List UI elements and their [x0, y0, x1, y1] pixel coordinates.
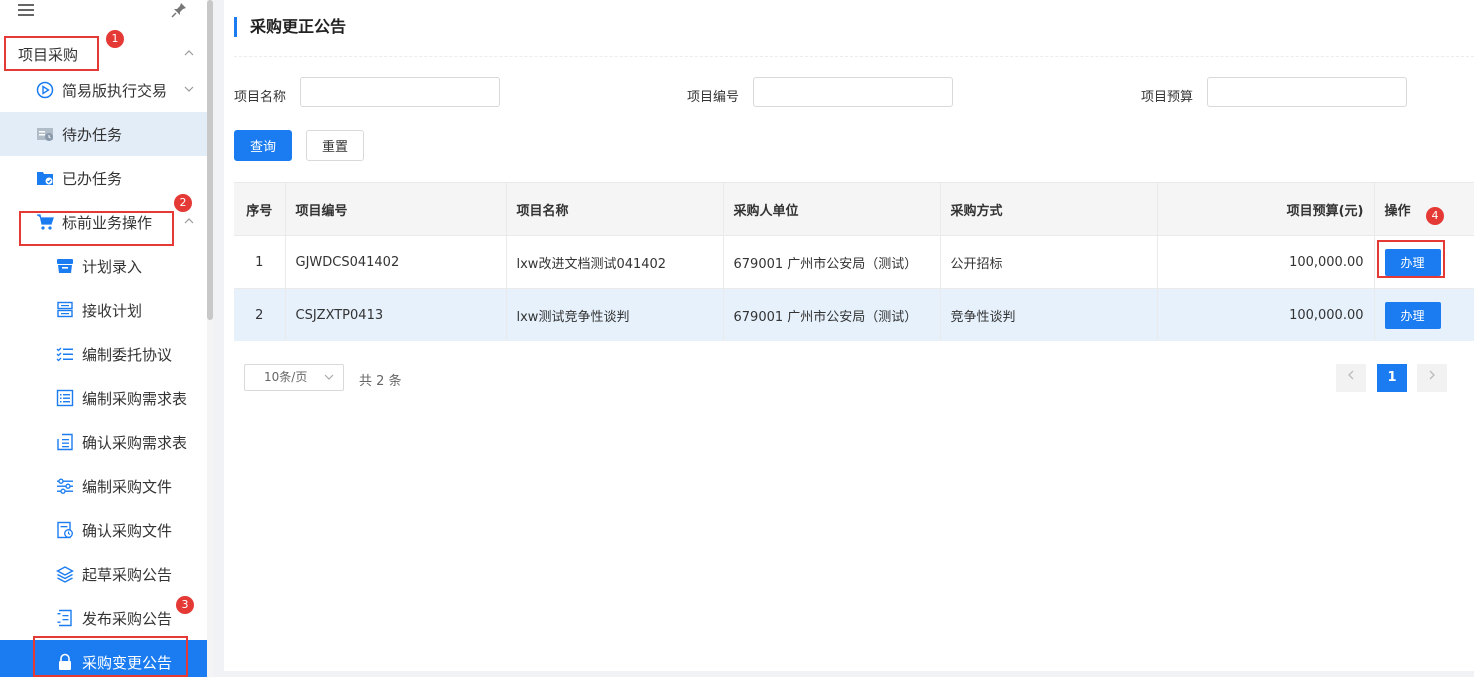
sidebar-item-label: 起草采购公告: [82, 565, 173, 584]
table-header-row: 序号 项目编号 项目名称 采购人单位 采购方式 项目预算(元) 操作: [234, 182, 1474, 236]
main-panel: 采购更正公告 项目名称 项目编号 项目预算 查询 重置 序号 项目编号 项目名称…: [224, 0, 1474, 671]
sidebar-item-label: 确认采购需求表: [82, 433, 188, 452]
sidebar-item-label: 确认采购文件: [82, 521, 173, 540]
annotation-box-1: [4, 36, 99, 71]
page-number-current[interactable]: 1: [1377, 364, 1407, 392]
publish-icon: [56, 609, 74, 627]
play-circle-icon: [36, 81, 54, 99]
sidebar-item-label: 发布采购公告: [82, 609, 173, 628]
pin-icon[interactable]: [171, 2, 187, 18]
annotation-badge-2: 2: [174, 194, 192, 212]
sidebar-item-todo[interactable]: 待办任务: [0, 112, 207, 156]
column-header-code: 项目编号: [285, 182, 507, 236]
sidebar-header: [0, 0, 207, 24]
next-page-button[interactable]: [1417, 364, 1447, 392]
chevron-up-icon: [184, 218, 194, 224]
annotation-badge-1: 1: [106, 30, 124, 48]
annotation-badge-3: 3: [176, 596, 194, 614]
total-count: 共 2 条: [359, 374, 402, 389]
cell-method: 公开招标: [940, 235, 1158, 289]
handle-button[interactable]: 办理: [1384, 301, 1441, 329]
chevron-right-icon: [1429, 370, 1435, 380]
cell-index: 1: [234, 235, 286, 289]
checklist-icon: [56, 345, 74, 363]
project-code-label: 项目编号: [687, 90, 740, 105]
chevron-up-icon: [184, 50, 194, 56]
chevron-down-icon: [184, 86, 194, 92]
list-icon: [56, 389, 74, 407]
cell-action: 办理: [1374, 288, 1474, 341]
cell-name: lxw改进文档测试041402: [506, 235, 724, 289]
sidebar-item-label: 简易版执行交易: [62, 81, 168, 100]
cell-code: CSJZXTP0413: [285, 288, 507, 341]
query-button[interactable]: 查询: [234, 130, 292, 161]
chevron-down-icon: [324, 374, 334, 380]
cell-index: 2: [234, 288, 286, 341]
sidebar-item-draft-agreement[interactable]: 编制委托协议: [0, 332, 207, 376]
sliders-icon: [56, 477, 74, 495]
cell-name: lxw测试竞争性谈判: [506, 288, 724, 341]
sidebar-item-label: 已办任务: [62, 169, 123, 188]
column-header-unit: 采购人单位: [723, 182, 941, 236]
column-header-budget: 项目预算(元): [1157, 182, 1375, 236]
inbox-icon: [56, 257, 74, 275]
sidebar-item-label: 编制采购需求表: [82, 389, 188, 408]
column-header-name: 项目名称: [506, 182, 724, 236]
annotation-badge-4: 4: [1426, 207, 1444, 225]
sidebar-item-plan-entry[interactable]: 计划录入: [0, 244, 207, 288]
project-budget-input[interactable]: [1207, 77, 1407, 107]
cell-code: GJWDCS041402: [285, 235, 507, 289]
sidebar-item-label: 计划录入: [82, 257, 143, 276]
sidebar: 项目采购 简易版执行交易 待办任务 已办任务 标前业务操作 计划录入 接收计划 …: [0, 0, 207, 677]
sidebar-item-label: 接收计划: [82, 301, 143, 320]
sidebar-item-draft-notice[interactable]: 起草采购公告: [0, 552, 207, 596]
cell-unit: 679001 广州市公安局（测试）: [723, 235, 941, 289]
project-table: 序号 项目编号 项目名称 采购人单位 采购方式 项目预算(元) 操作 1 GJW…: [234, 182, 1474, 341]
receive-icon: [56, 301, 74, 319]
table-row: 1 GJWDCS041402 lxw改进文档测试041402 679001 广州…: [234, 235, 1474, 289]
sidebar-item-label: 待办任务: [62, 125, 123, 144]
layers-icon: [56, 565, 74, 583]
confirm-list-icon: [56, 433, 74, 451]
sidebar-item-done[interactable]: 已办任务: [0, 156, 207, 200]
sidebar-scrollbar[interactable]: [207, 0, 213, 677]
sidebar-item-simple-trade[interactable]: 简易版执行交易: [0, 68, 207, 112]
todo-list-icon: [36, 125, 54, 143]
sidebar-item-confirm-document[interactable]: 确认采购文件: [0, 508, 207, 552]
annotation-box-2: [19, 211, 174, 246]
title-divider: [234, 56, 1474, 57]
chevron-left-icon: [1348, 370, 1354, 380]
sidebar-item-confirm-requirement[interactable]: 确认采购需求表: [0, 420, 207, 464]
prev-page-button[interactable]: [1336, 364, 1366, 392]
page-title: 采购更正公告: [234, 16, 346, 38]
sidebar-item-label: 编制委托协议: [82, 345, 173, 364]
sidebar-item-label: 编制采购文件: [82, 477, 173, 496]
page-size-select[interactable]: 10条/页: [244, 364, 344, 391]
project-code-input[interactable]: [753, 77, 953, 107]
annotation-box-4: [1377, 240, 1445, 278]
cell-budget: 100,000.00: [1157, 235, 1375, 289]
cell-budget: 100,000.00: [1157, 288, 1375, 341]
sidebar-item-draft-requirement[interactable]: 编制采购需求表: [0, 376, 207, 420]
column-header-method: 采购方式: [940, 182, 1158, 236]
cell-unit: 679001 广州市公安局（测试）: [723, 288, 941, 341]
table-row: 2 CSJZXTP0413 lxw测试竞争性谈判 679001 广州市公安局（测…: [234, 288, 1474, 341]
reset-button[interactable]: 重置: [306, 130, 364, 161]
done-folder-icon: [36, 169, 54, 187]
annotation-box-3: [33, 636, 188, 677]
column-header-index: 序号: [234, 182, 286, 236]
project-name-label: 项目名称: [234, 90, 287, 105]
sidebar-item-draft-document[interactable]: 编制采购文件: [0, 464, 207, 508]
page-size-value: 10条/页: [264, 370, 308, 384]
sidebar-item-receive-plan[interactable]: 接收计划: [0, 288, 207, 332]
column-header-action: 操作: [1374, 182, 1474, 236]
cell-method: 竞争性谈判: [940, 288, 1158, 341]
file-check-icon: [56, 521, 74, 539]
menu-icon[interactable]: [18, 4, 34, 18]
project-budget-label: 项目预算: [1141, 90, 1194, 105]
project-name-input[interactable]: [300, 77, 500, 107]
